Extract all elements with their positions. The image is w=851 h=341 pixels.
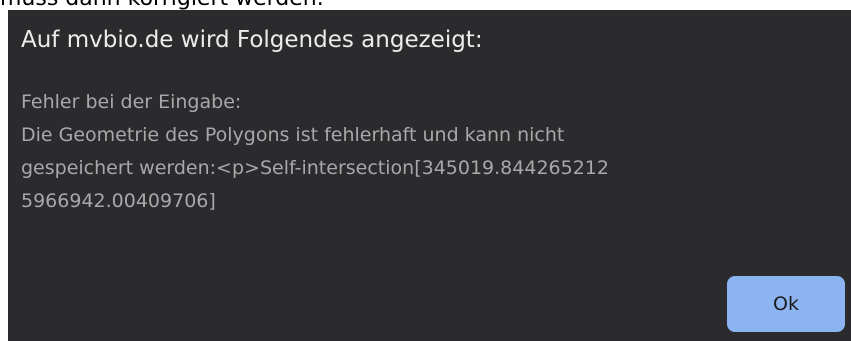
background-page-text: muss dann korrigiert werden. <box>0 0 324 11</box>
message-line: Fehler bei der Eingabe: <box>21 91 242 113</box>
dialog-message: Fehler bei der Eingabe: Die Geometrie de… <box>21 86 821 218</box>
dialog-title: Auf mvbio.de wird Folgendes angezeigt: <box>21 27 483 53</box>
ok-button[interactable]: Ok <box>727 276 845 332</box>
alert-dialog: Auf mvbio.de wird Folgendes angezeigt: F… <box>8 10 851 341</box>
message-line: 5966942.00409706] <box>21 190 216 212</box>
message-line: gespeichert werden:<p>Self-intersection[… <box>21 157 609 179</box>
message-line: Die Geometrie des Polygons ist fehlerhaf… <box>21 124 565 146</box>
